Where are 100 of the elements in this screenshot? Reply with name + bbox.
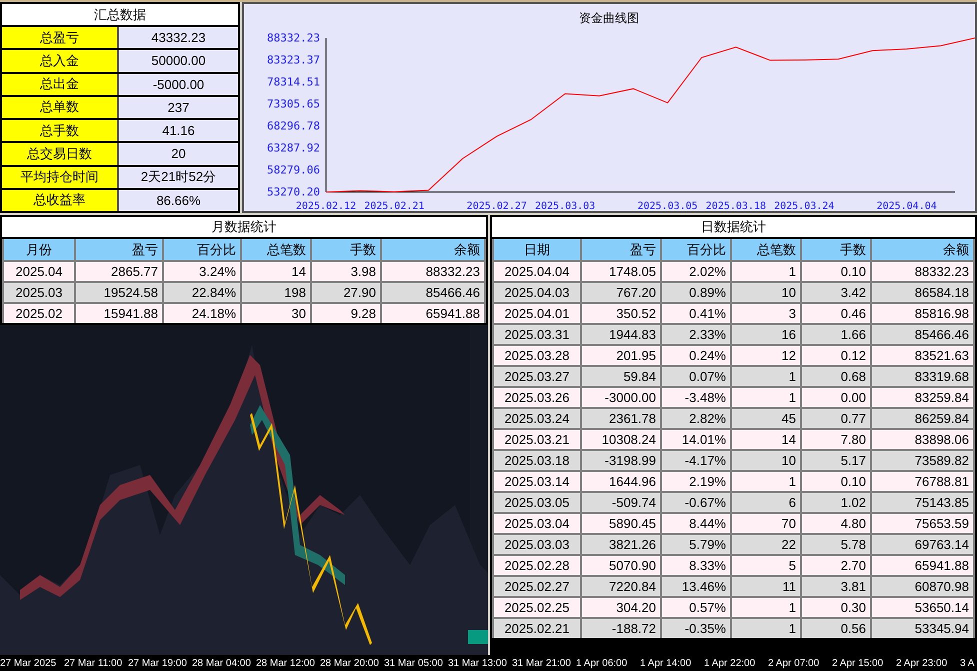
table-cell: 2025.03.14 xyxy=(494,472,580,491)
table-cell: 86584.18 xyxy=(872,283,973,302)
time-label: 27 Mar 11:00 xyxy=(64,658,124,669)
table-cell: 11 xyxy=(732,577,800,596)
table-cell: 83521.63 xyxy=(872,346,973,365)
x-tick-label: 2025.03.24 xyxy=(774,201,834,211)
table-cell: 10308.24 xyxy=(582,430,660,449)
x-tick-label: 2025.03.03 xyxy=(535,201,596,211)
table-cell: 45 xyxy=(732,409,800,428)
table-cell: 14 xyxy=(732,430,800,449)
x-tick-label: 2025.04.04 xyxy=(876,201,937,211)
table-cell: 0.41% xyxy=(662,304,730,323)
table-cell: 53345.94 xyxy=(872,619,973,638)
stat-value: 41.16 xyxy=(119,120,238,142)
table-cell: 2025.02.28 xyxy=(494,556,580,575)
x-tick-label: 2025.03.18 xyxy=(706,201,766,211)
time-label: 2 Apr 23:00 xyxy=(896,658,948,669)
y-tick-label: 68296.78 xyxy=(267,120,320,132)
time-label: 27 Mar 2025 xyxy=(0,658,58,669)
table-cell: 83259.84 xyxy=(872,388,973,407)
table-cell: 19524.58 xyxy=(76,283,162,302)
table-cell: 2025.03.05 xyxy=(494,493,580,512)
table-cell: 0.56 xyxy=(802,619,870,638)
table-cell: 12 xyxy=(732,346,800,365)
table-cell: 14 xyxy=(242,262,310,281)
stat-label: 总交易日数 xyxy=(2,143,117,164)
stat-label: 总收益率 xyxy=(2,190,117,211)
time-label: 3 A xyxy=(960,658,974,669)
stat-value: 50000.00 xyxy=(119,50,238,72)
column-header: 百分比 xyxy=(164,239,240,260)
time-label: 28 Mar 04:00 xyxy=(192,658,252,669)
x-tick-label: 2025.03.05 xyxy=(637,201,698,211)
table-cell: 73589.82 xyxy=(872,451,973,470)
table-cell: 0.07% xyxy=(662,367,730,386)
time-label: 27 Mar 19:00 xyxy=(128,658,188,669)
table-cell: 350.52 xyxy=(582,304,660,323)
table-cell: 30 xyxy=(242,304,310,323)
table-title: 日数据统计 xyxy=(492,217,975,237)
table-cell: 0.10 xyxy=(802,262,870,281)
table-cell: 75653.59 xyxy=(872,514,973,533)
table-cell: 85816.98 xyxy=(872,304,973,323)
table-cell: 0.68 xyxy=(802,367,870,386)
table-title: 月数据统计 xyxy=(2,217,486,237)
time-label: 1 Apr 14:00 xyxy=(640,658,692,669)
table-cell: 85466.46 xyxy=(872,325,973,344)
table-cell: 2025.03.18 xyxy=(494,451,580,470)
column-header: 盈亏 xyxy=(582,239,660,260)
table-cell: 0.89% xyxy=(662,283,730,302)
table-cell: 24.18% xyxy=(164,304,240,323)
stat-value: 237 xyxy=(119,96,238,118)
table-cell: 6 xyxy=(732,493,800,512)
table-cell: 5 xyxy=(732,556,800,575)
table-cell: 27.90 xyxy=(312,283,380,302)
stat-label: 总入金 xyxy=(2,50,117,72)
table-cell: -3000.00 xyxy=(582,388,660,407)
table-cell: 1944.83 xyxy=(582,325,660,344)
table-cell: 22.84% xyxy=(164,283,240,302)
table-cell: 3 xyxy=(732,304,800,323)
column-header: 盈亏 xyxy=(76,239,162,260)
table-cell: 2025.04.03 xyxy=(494,283,580,302)
table-cell: 2.19% xyxy=(662,472,730,491)
table-cell: 9.28 xyxy=(312,304,380,323)
table-cell: 1 xyxy=(732,598,800,617)
table-cell: 1 xyxy=(732,472,800,491)
table-cell: 8.33% xyxy=(662,556,730,575)
table-cell: 2025.04.04 xyxy=(494,262,580,281)
table-cell: 75143.85 xyxy=(872,493,973,512)
table-cell: 2025.04 xyxy=(4,262,74,281)
chart-title: 资金曲线图 xyxy=(579,11,639,25)
stat-label: 平均持仓时间 xyxy=(2,166,117,188)
table-cell: 1 xyxy=(732,388,800,407)
column-header: 月份 xyxy=(4,239,74,260)
table-cell: 5.79% xyxy=(662,535,730,554)
y-tick-label: 53270.20 xyxy=(267,186,320,198)
table-cell: 83319.68 xyxy=(872,367,973,386)
table-cell: 304.20 xyxy=(582,598,660,617)
table-cell: 65941.88 xyxy=(382,304,484,323)
table-cell: 2025.03.03 xyxy=(494,535,580,554)
table-cell: -3.48% xyxy=(662,388,730,407)
stat-value: 86.66% xyxy=(119,190,238,211)
stat-label: 总单数 xyxy=(2,96,117,118)
table-cell: 0.24% xyxy=(662,346,730,365)
table-cell: 5.78 xyxy=(802,535,870,554)
table-cell: 2025.03.21 xyxy=(494,430,580,449)
table-cell: 2025.03.04 xyxy=(494,514,580,533)
y-tick-label: 58279.06 xyxy=(267,164,320,176)
stat-label: 总盈亏 xyxy=(2,27,117,48)
table-cell: 3.81 xyxy=(802,577,870,596)
table-cell: 3.98 xyxy=(312,262,380,281)
table-cell: 5070.90 xyxy=(582,556,660,575)
table-cell: 4.80 xyxy=(802,514,870,533)
table-cell: 0.46 xyxy=(802,304,870,323)
table-cell: 2025.02 xyxy=(4,304,74,323)
table-cell: 3821.26 xyxy=(582,535,660,554)
y-tick-label: 88332.23 xyxy=(267,32,320,44)
stat-value: 2天21时52分 xyxy=(119,166,238,188)
table-cell: -188.72 xyxy=(582,619,660,638)
table-cell: 14.01% xyxy=(662,430,730,449)
table-cell: 3.42 xyxy=(802,283,870,302)
table-cell: 2025.03 xyxy=(4,283,74,302)
